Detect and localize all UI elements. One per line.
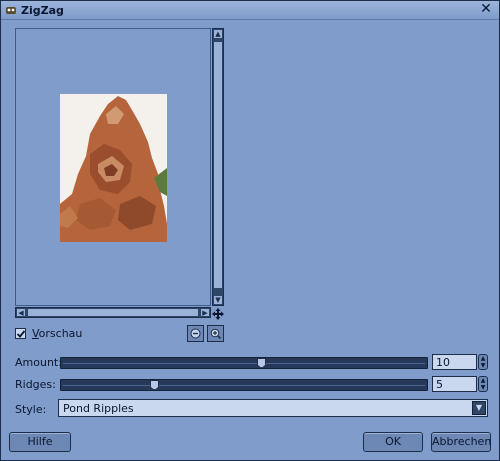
zoom-out-icon	[190, 328, 201, 339]
preview-label[interactable]: Vorschau	[32, 327, 82, 340]
title-bar[interactable]: ZigZag ✕	[1, 1, 499, 20]
vertical-scroll-thumb[interactable]	[213, 41, 223, 289]
style-label: Style:	[15, 403, 47, 416]
spin-down-icon[interactable]: ▼	[480, 363, 486, 369]
zigzag-dialog: ZigZag ✕ ▲ ▼ ◀ ▶ Vorschau Amount: 10 ▲ ▼…	[0, 0, 500, 461]
ok-button[interactable]: OK	[363, 432, 423, 452]
ridges-slider[interactable]	[60, 379, 428, 391]
scroll-right-button[interactable]: ▶	[200, 308, 210, 317]
amount-spin-arrows[interactable]: ▲ ▼	[478, 354, 488, 370]
zoom-in-button[interactable]	[207, 325, 224, 342]
preview-vertical-scrollbar[interactable]: ▲ ▼	[212, 28, 224, 306]
cancel-button[interactable]: Abbrechen	[431, 432, 491, 452]
ridges-spin-arrows[interactable]: ▲ ▼	[478, 376, 488, 392]
zoom-out-button[interactable]	[187, 325, 204, 342]
ridges-label: Ridges:	[15, 378, 56, 391]
preview-checkbox[interactable]	[15, 328, 26, 339]
window-title: ZigZag	[21, 4, 64, 17]
preview-horizontal-scrollbar[interactable]: ◀ ▶	[15, 307, 211, 318]
gimp-icon	[6, 7, 16, 14]
ridges-spinbutton[interactable]: 5 ▲ ▼	[432, 376, 489, 392]
style-combobox[interactable]: Pond Ripples ▼	[58, 399, 488, 417]
ridges-slider-thumb[interactable]	[150, 380, 159, 390]
close-icon[interactable]: ✕	[478, 2, 494, 18]
preview-area[interactable]	[15, 28, 211, 306]
ok-button-label: OK	[385, 435, 401, 448]
style-selected-value: Pond Ripples	[63, 402, 134, 415]
cancel-button-label: Abbrechen	[432, 435, 492, 448]
help-button[interactable]: Hilfe	[9, 432, 71, 452]
horizontal-scroll-thumb[interactable]	[27, 308, 199, 317]
ridges-input[interactable]: 5	[432, 376, 477, 392]
scroll-left-button[interactable]: ◀	[16, 308, 26, 317]
amount-slider-thumb[interactable]	[257, 358, 266, 368]
move-arrows-icon[interactable]	[212, 308, 224, 320]
help-button-label: Hilfe	[27, 435, 53, 448]
amount-slider[interactable]	[60, 357, 428, 369]
check-icon	[16, 330, 26, 338]
sculpture-preview-image	[60, 94, 167, 242]
amount-label: Amount:	[15, 356, 62, 369]
spin-down-icon[interactable]: ▼	[480, 385, 486, 391]
amount-input[interactable]: 10	[432, 354, 477, 370]
chevron-down-icon[interactable]: ▼	[472, 401, 486, 415]
scroll-down-button[interactable]: ▼	[213, 295, 223, 305]
scroll-up-button[interactable]: ▲	[213, 29, 223, 39]
amount-spinbutton[interactable]: 10 ▲ ▼	[432, 354, 489, 370]
zoom-in-icon	[210, 328, 221, 339]
